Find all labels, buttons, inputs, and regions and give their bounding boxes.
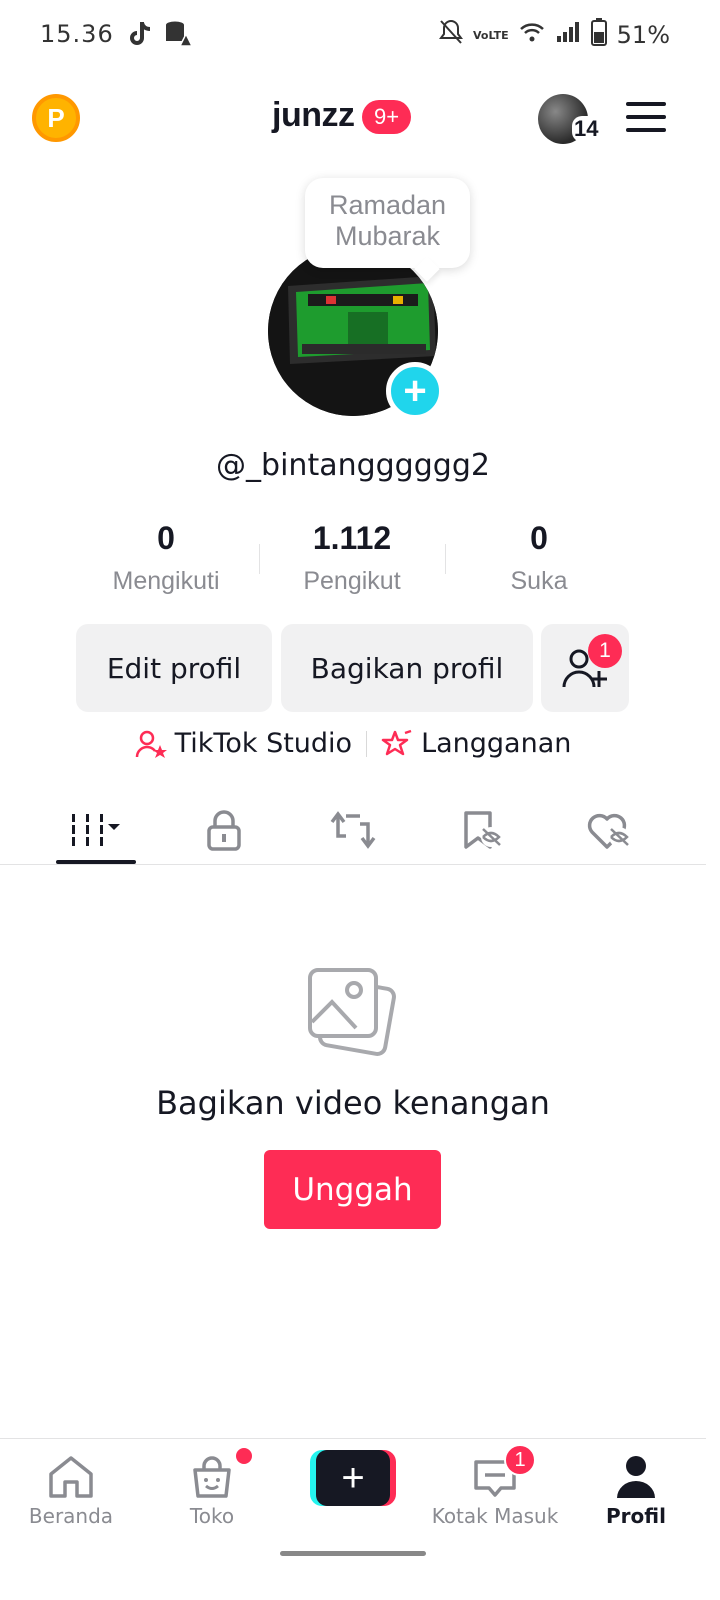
bookmark-hidden-icon — [464, 811, 501, 849]
tiktok-studio-label: TikTok Studio — [174, 728, 353, 759]
create-button[interactable]: + — [310, 1450, 396, 1506]
subscription-link[interactable]: Langganan — [381, 728, 571, 759]
nav-home[interactable]: Beranda — [6, 1450, 136, 1528]
stat-followers[interactable]: 1.112 Pengikut — [262, 520, 442, 596]
brand-badge: 9+ — [362, 100, 412, 134]
stat-likes[interactable]: 0 Suka — [449, 520, 629, 596]
stat-divider — [259, 544, 260, 574]
shop-icon — [193, 1456, 231, 1498]
stat-value: 0 — [157, 520, 175, 556]
repost-icon — [330, 811, 376, 849]
nav-shop-label: Toko — [189, 1504, 235, 1528]
stat-following[interactable]: 0 Mengikuti — [76, 520, 256, 596]
stat-label: Mengikuti — [112, 567, 220, 595]
heart-hidden-icon — [587, 813, 629, 849]
studio-icon — [135, 730, 167, 758]
subscription-icon — [381, 729, 412, 755]
signal-icon — [555, 20, 581, 50]
profile-links: TikTok Studio Langganan — [0, 728, 706, 759]
subscription-label: Langganan — [421, 728, 572, 759]
tiktok-studio-link[interactable]: TikTok Studio — [135, 728, 352, 759]
home-icon — [49, 1456, 93, 1498]
home-indicator[interactable] — [280, 1551, 426, 1556]
tab-private[interactable] — [184, 800, 264, 860]
note-line-2: Mubarak — [334, 221, 441, 251]
tab-reposts[interactable] — [313, 800, 393, 860]
edit-profile-button[interactable]: Edit profil — [76, 624, 272, 712]
add-friend-badge: 1 — [588, 634, 622, 668]
note-bubble[interactable]: Ramadan Mubarak — [305, 178, 470, 268]
nav-inbox-label: Kotak Masuk — [431, 1504, 559, 1528]
plus-icon[interactable]: + — [386, 362, 444, 420]
database-warning-icon — [164, 20, 194, 53]
volte-icon: VoLTE — [472, 28, 509, 42]
nav-home-label: Beranda — [28, 1504, 114, 1528]
nav-inbox[interactable]: Kotak Masuk — [430, 1450, 560, 1528]
brand-name[interactable]: junzz — [272, 96, 355, 135]
stat-label: Suka — [510, 567, 568, 595]
battery-level: 51% — [616, 21, 670, 49]
tab-saved[interactable] — [442, 800, 522, 860]
tab-divider — [0, 864, 706, 865]
tiktok-icon — [128, 20, 154, 53]
stat-label: Pengikut — [303, 567, 401, 595]
lock-icon — [207, 810, 241, 851]
menu-icon[interactable] — [626, 102, 666, 132]
stat-divider — [445, 544, 446, 574]
nav-profile-label: Profil — [606, 1504, 666, 1528]
plus-icon: + — [316, 1450, 390, 1506]
tab-liked[interactable] — [570, 800, 650, 860]
account-count: 14 — [572, 116, 601, 142]
upload-button[interactable]: Unggah — [264, 1150, 441, 1229]
status-time: 15.36 — [40, 20, 114, 48]
mute-icon — [438, 19, 463, 51]
shop-notification-dot — [236, 1448, 252, 1464]
empty-state-title: Bagikan video kenangan — [156, 1084, 550, 1122]
coin-icon[interactable]: P — [32, 94, 80, 142]
inbox-badge: 1 — [504, 1444, 536, 1476]
battery-icon — [590, 18, 607, 52]
stat-value: 1.112 — [312, 520, 392, 556]
photos-icon — [306, 966, 398, 1058]
tab-videos[interactable] — [56, 800, 136, 860]
share-profile-button[interactable]: Bagikan profil — [281, 624, 533, 712]
stat-value: 0 — [530, 520, 548, 556]
nav-shop[interactable]: Toko — [147, 1450, 277, 1528]
note-line-1: Ramadan — [328, 190, 447, 220]
grid-icon — [72, 814, 120, 846]
status-icons: VoLTE 51% — [438, 18, 670, 52]
nav-profile[interactable]: Profil — [571, 1450, 701, 1528]
link-divider — [366, 730, 368, 757]
username: @_bintangggggg2 — [216, 448, 490, 483]
person-icon — [617, 1456, 655, 1498]
wifi-icon — [519, 21, 545, 49]
